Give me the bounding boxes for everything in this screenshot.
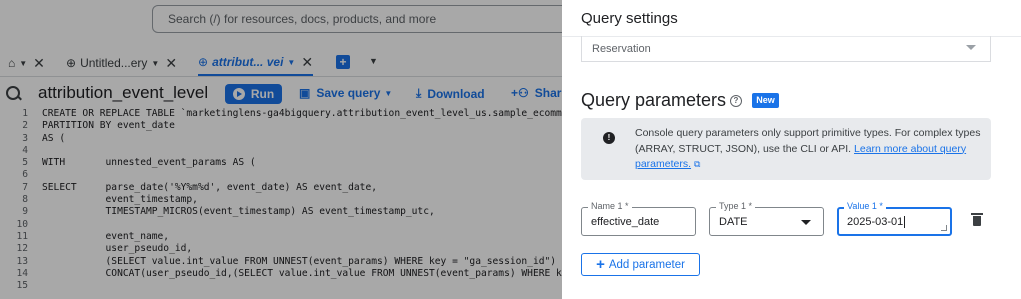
plus-icon: + xyxy=(596,255,605,273)
delete-icon[interactable] xyxy=(971,213,983,226)
add-parameter-button[interactable]: + Add parameter xyxy=(581,253,700,276)
param-name-field[interactable]: Name 1 * effective_date xyxy=(581,201,696,236)
query-settings-panel: Query settings Reservation Query paramet… xyxy=(562,0,1021,299)
param-type-value: DATE xyxy=(719,216,748,228)
reservation-select[interactable]: Reservation xyxy=(581,36,991,62)
chevron-down-icon xyxy=(801,220,811,225)
param-type-label: Type 1 * xyxy=(716,201,756,211)
chevron-down-icon xyxy=(966,45,976,50)
param-type-select[interactable]: Type 1 * DATE xyxy=(709,201,824,236)
info-banner: ! Console query parameters only support … xyxy=(581,118,991,180)
param-value-label: Value 1 * xyxy=(844,201,886,211)
modal-scrim[interactable] xyxy=(0,0,562,299)
new-badge: New xyxy=(752,93,779,108)
panel-title: Query settings xyxy=(581,10,678,27)
query-parameters-heading: Query parameters xyxy=(581,90,727,110)
info-text: Console query parameters only support pr… xyxy=(635,126,983,173)
param-name-label: Name 1 * xyxy=(588,201,632,211)
reservation-label: Reservation xyxy=(592,43,651,55)
help-icon[interactable]: ? xyxy=(730,95,742,107)
info-icon: ! xyxy=(603,132,615,144)
resize-handle-icon[interactable] xyxy=(941,225,947,231)
param-value-text: 2025-03-01 xyxy=(847,216,904,228)
param-name-value: effective_date xyxy=(591,216,660,228)
add-parameter-label: Add parameter xyxy=(608,258,685,271)
external-link-icon: ⧉ xyxy=(693,159,701,169)
param-value-field[interactable]: Value 1 * 2025-03-01 xyxy=(837,201,952,236)
text-cursor xyxy=(904,216,906,229)
